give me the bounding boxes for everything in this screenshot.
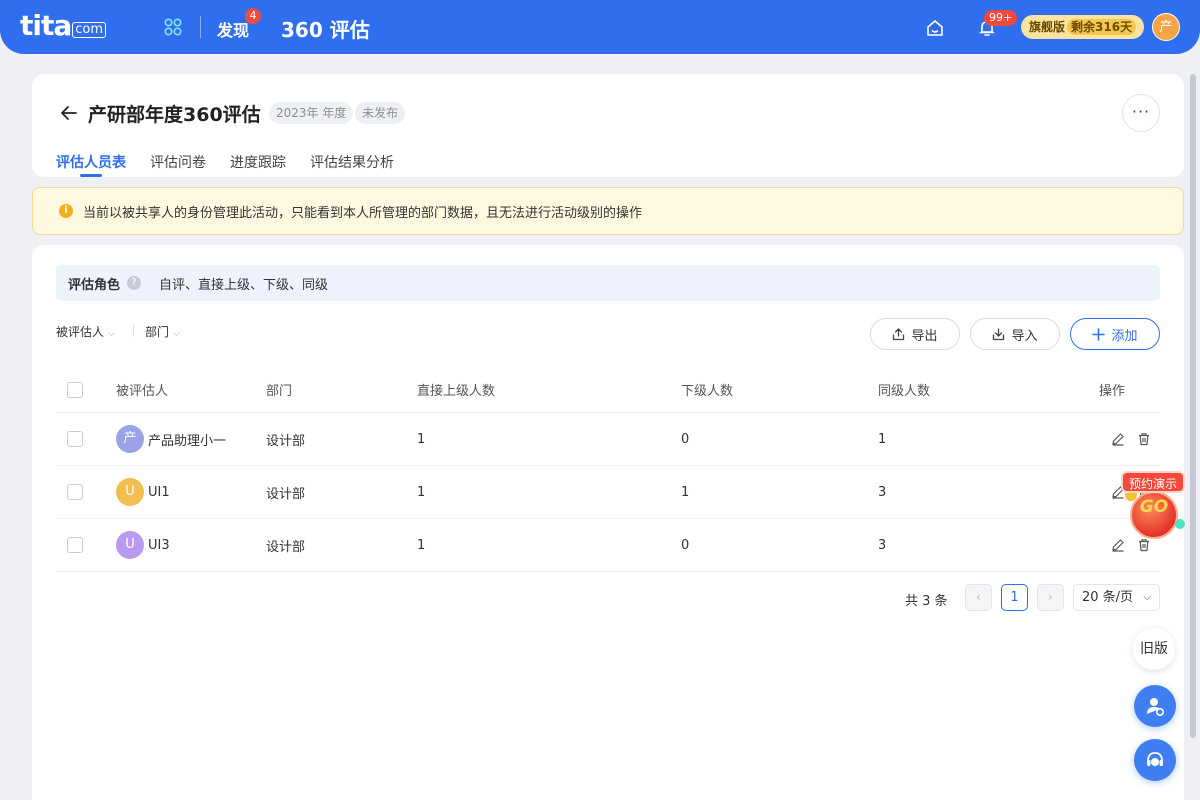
- total-count: 共 3 条: [905, 594, 948, 609]
- tab-evaluatee-list[interactable]: 评估人员表: [56, 152, 126, 177]
- chevron-down-icon: ⌵: [173, 329, 180, 339]
- page-size-select[interactable]: 20 条/页 ⌵: [1073, 584, 1160, 611]
- subordinate-count-cell: 1: [681, 484, 690, 500]
- edit-icon[interactable]: [1111, 432, 1125, 446]
- chevron-down-icon: ⌵: [1143, 592, 1151, 603]
- department-cell: 设计部: [266, 486, 306, 502]
- customer-service-button[interactable]: [1134, 739, 1176, 781]
- book-demo-widget[interactable]: GO 预约演示: [1121, 471, 1193, 543]
- page-scrollbar[interactable]: [1190, 74, 1196, 738]
- go-badge[interactable]: GO: [1130, 491, 1178, 539]
- info-icon: i: [59, 204, 73, 218]
- roles-value: 自评、直接上级、下级、同级: [159, 278, 329, 293]
- direct-boss-count-cell: 1: [417, 537, 426, 553]
- row-checkbox[interactable]: [67, 484, 83, 500]
- avatar: 产: [116, 425, 144, 453]
- subordinate-count-cell: 0: [681, 537, 690, 553]
- import-icon: [993, 327, 1005, 340]
- discover-badge: 4: [245, 8, 261, 24]
- subordinate-count-cell: 0: [681, 431, 690, 447]
- user-avatar[interactable]: 产: [1152, 13, 1180, 41]
- filter-divider: [133, 325, 134, 337]
- table-row: 产产品助理小一 设计部 1 0 1: [56, 413, 1160, 466]
- row-checkbox[interactable]: [67, 537, 83, 553]
- evaluatee-list-card: 评估角色 ? 自评、直接上级、下级、同级 被评估人 ⌵ 部门 ⌵ 导出 导入 添加 …: [32, 245, 1184, 800]
- decor-dot: [1175, 519, 1185, 529]
- current-page-button[interactable]: 1: [1001, 584, 1028, 611]
- peer-count-cell: 3: [878, 484, 887, 500]
- evaluation-roles-bar: 评估角色 ? 自评、直接上级、下级、同级: [56, 265, 1160, 301]
- row-checkbox[interactable]: [67, 431, 83, 447]
- notice-text: 当前以被共享人的身份管理此活动，只能看到本人所管理的部门数据，且无法进行活动级别…: [83, 206, 643, 221]
- notification-count-badge: 99+: [984, 10, 1018, 26]
- tab-result-analysis[interactable]: 评估结果分析: [310, 152, 394, 172]
- peer-count-cell: 3: [878, 537, 887, 553]
- tita-logo[interactable]: tita com: [20, 11, 107, 41]
- header-evaluatee: 被评估人: [116, 384, 169, 399]
- home-icon[interactable]: [925, 18, 945, 38]
- top-navigation-bar: tita com 发现 4 360 评估 99+ 旗舰版 剩余316天 产: [0, 0, 1200, 54]
- header-department: 部门: [266, 384, 293, 399]
- user-gear-icon: [1147, 698, 1165, 717]
- prev-page-button[interactable]: ‹: [965, 584, 992, 611]
- roles-label: 评估角色: [68, 278, 121, 293]
- direct-boss-count-cell: 1: [417, 431, 426, 447]
- evaluatee-name: UI1: [148, 484, 170, 500]
- evaluatee-name: UI3: [148, 537, 170, 553]
- table-row: U UI3 设计部 1 0 3: [56, 519, 1160, 572]
- table-row: U UI1 设计部 1 1 3: [56, 466, 1160, 519]
- year-tag: 2023年 年度: [269, 102, 354, 124]
- avatar: U: [116, 531, 144, 559]
- delete-icon[interactable]: [1137, 432, 1151, 446]
- direct-boss-count-cell: 1: [417, 484, 426, 500]
- book-demo-label[interactable]: 预约演示: [1121, 471, 1186, 493]
- back-arrow-icon[interactable]: [60, 104, 78, 122]
- chevron-down-icon: ⌵: [108, 329, 115, 339]
- export-icon: [893, 327, 905, 340]
- activity-header-card: 产研部年度360评估 2023年 年度 未发布 ··· 评估人员表 评估问卷 进…: [32, 74, 1184, 177]
- table-header: 被评估人 部门 直接上级人数 下级人数 同级人数 操作: [56, 367, 1160, 413]
- page-title: 产研部年度360评估: [88, 104, 261, 126]
- tab-questionnaire[interactable]: 评估问卷: [150, 152, 206, 172]
- export-button[interactable]: 导出: [870, 318, 960, 350]
- pagination: 共 3 条 ‹ 1 › 20 条/页 ⌵: [32, 584, 1184, 612]
- module-title: 360 评估: [281, 18, 370, 42]
- header-peer-count: 同级人数: [878, 384, 931, 399]
- department-cell: 设计部: [266, 433, 306, 449]
- more-options-button[interactable]: ···: [1122, 94, 1160, 132]
- peer-count-cell: 1: [878, 431, 887, 447]
- select-all-checkbox[interactable]: [67, 381, 83, 398]
- next-page-button[interactable]: ›: [1037, 584, 1064, 611]
- header-direct-boss-count: 直接上级人数: [417, 384, 496, 399]
- permission-notice: i 当前以被共享人的身份管理此活动，只能看到本人所管理的部门数据，且无法进行活动…: [32, 187, 1184, 235]
- avatar: U: [116, 478, 144, 506]
- header-actions: 操作: [1099, 384, 1126, 399]
- user-settings-button[interactable]: [1134, 685, 1176, 727]
- tab-progress[interactable]: 进度跟踪: [230, 152, 286, 172]
- apps-grid-icon[interactable]: [164, 18, 182, 36]
- department-cell: 设计部: [266, 539, 306, 555]
- activity-tabs: 评估人员表 评估问卷 进度跟踪 评估结果分析: [56, 152, 418, 177]
- status-tag: 未发布: [355, 102, 406, 124]
- discover-nav[interactable]: 发现: [217, 17, 249, 41]
- add-evaluatee-button[interactable]: 添加: [1070, 318, 1160, 350]
- import-button[interactable]: 导入: [970, 318, 1060, 350]
- evaluatee-name: 产品助理小一: [148, 433, 227, 449]
- department-filter[interactable]: 部门 ⌵: [145, 323, 180, 340]
- evaluatee-table: 被评估人 部门 直接上级人数 下级人数 同级人数 操作 产产品助理小一 设计部 …: [56, 367, 1160, 572]
- version-badge[interactable]: 旗舰版 剩余316天: [1021, 15, 1145, 39]
- plus-icon: [1092, 327, 1106, 341]
- header-subordinate-count: 下级人数: [681, 384, 734, 399]
- evaluatee-filter[interactable]: 被评估人 ⌵: [56, 323, 115, 340]
- nav-divider: [200, 16, 201, 38]
- old-version-button[interactable]: 旧版: [1133, 628, 1175, 670]
- help-icon[interactable]: ?: [127, 276, 141, 290]
- headset-icon: [1147, 752, 1163, 766]
